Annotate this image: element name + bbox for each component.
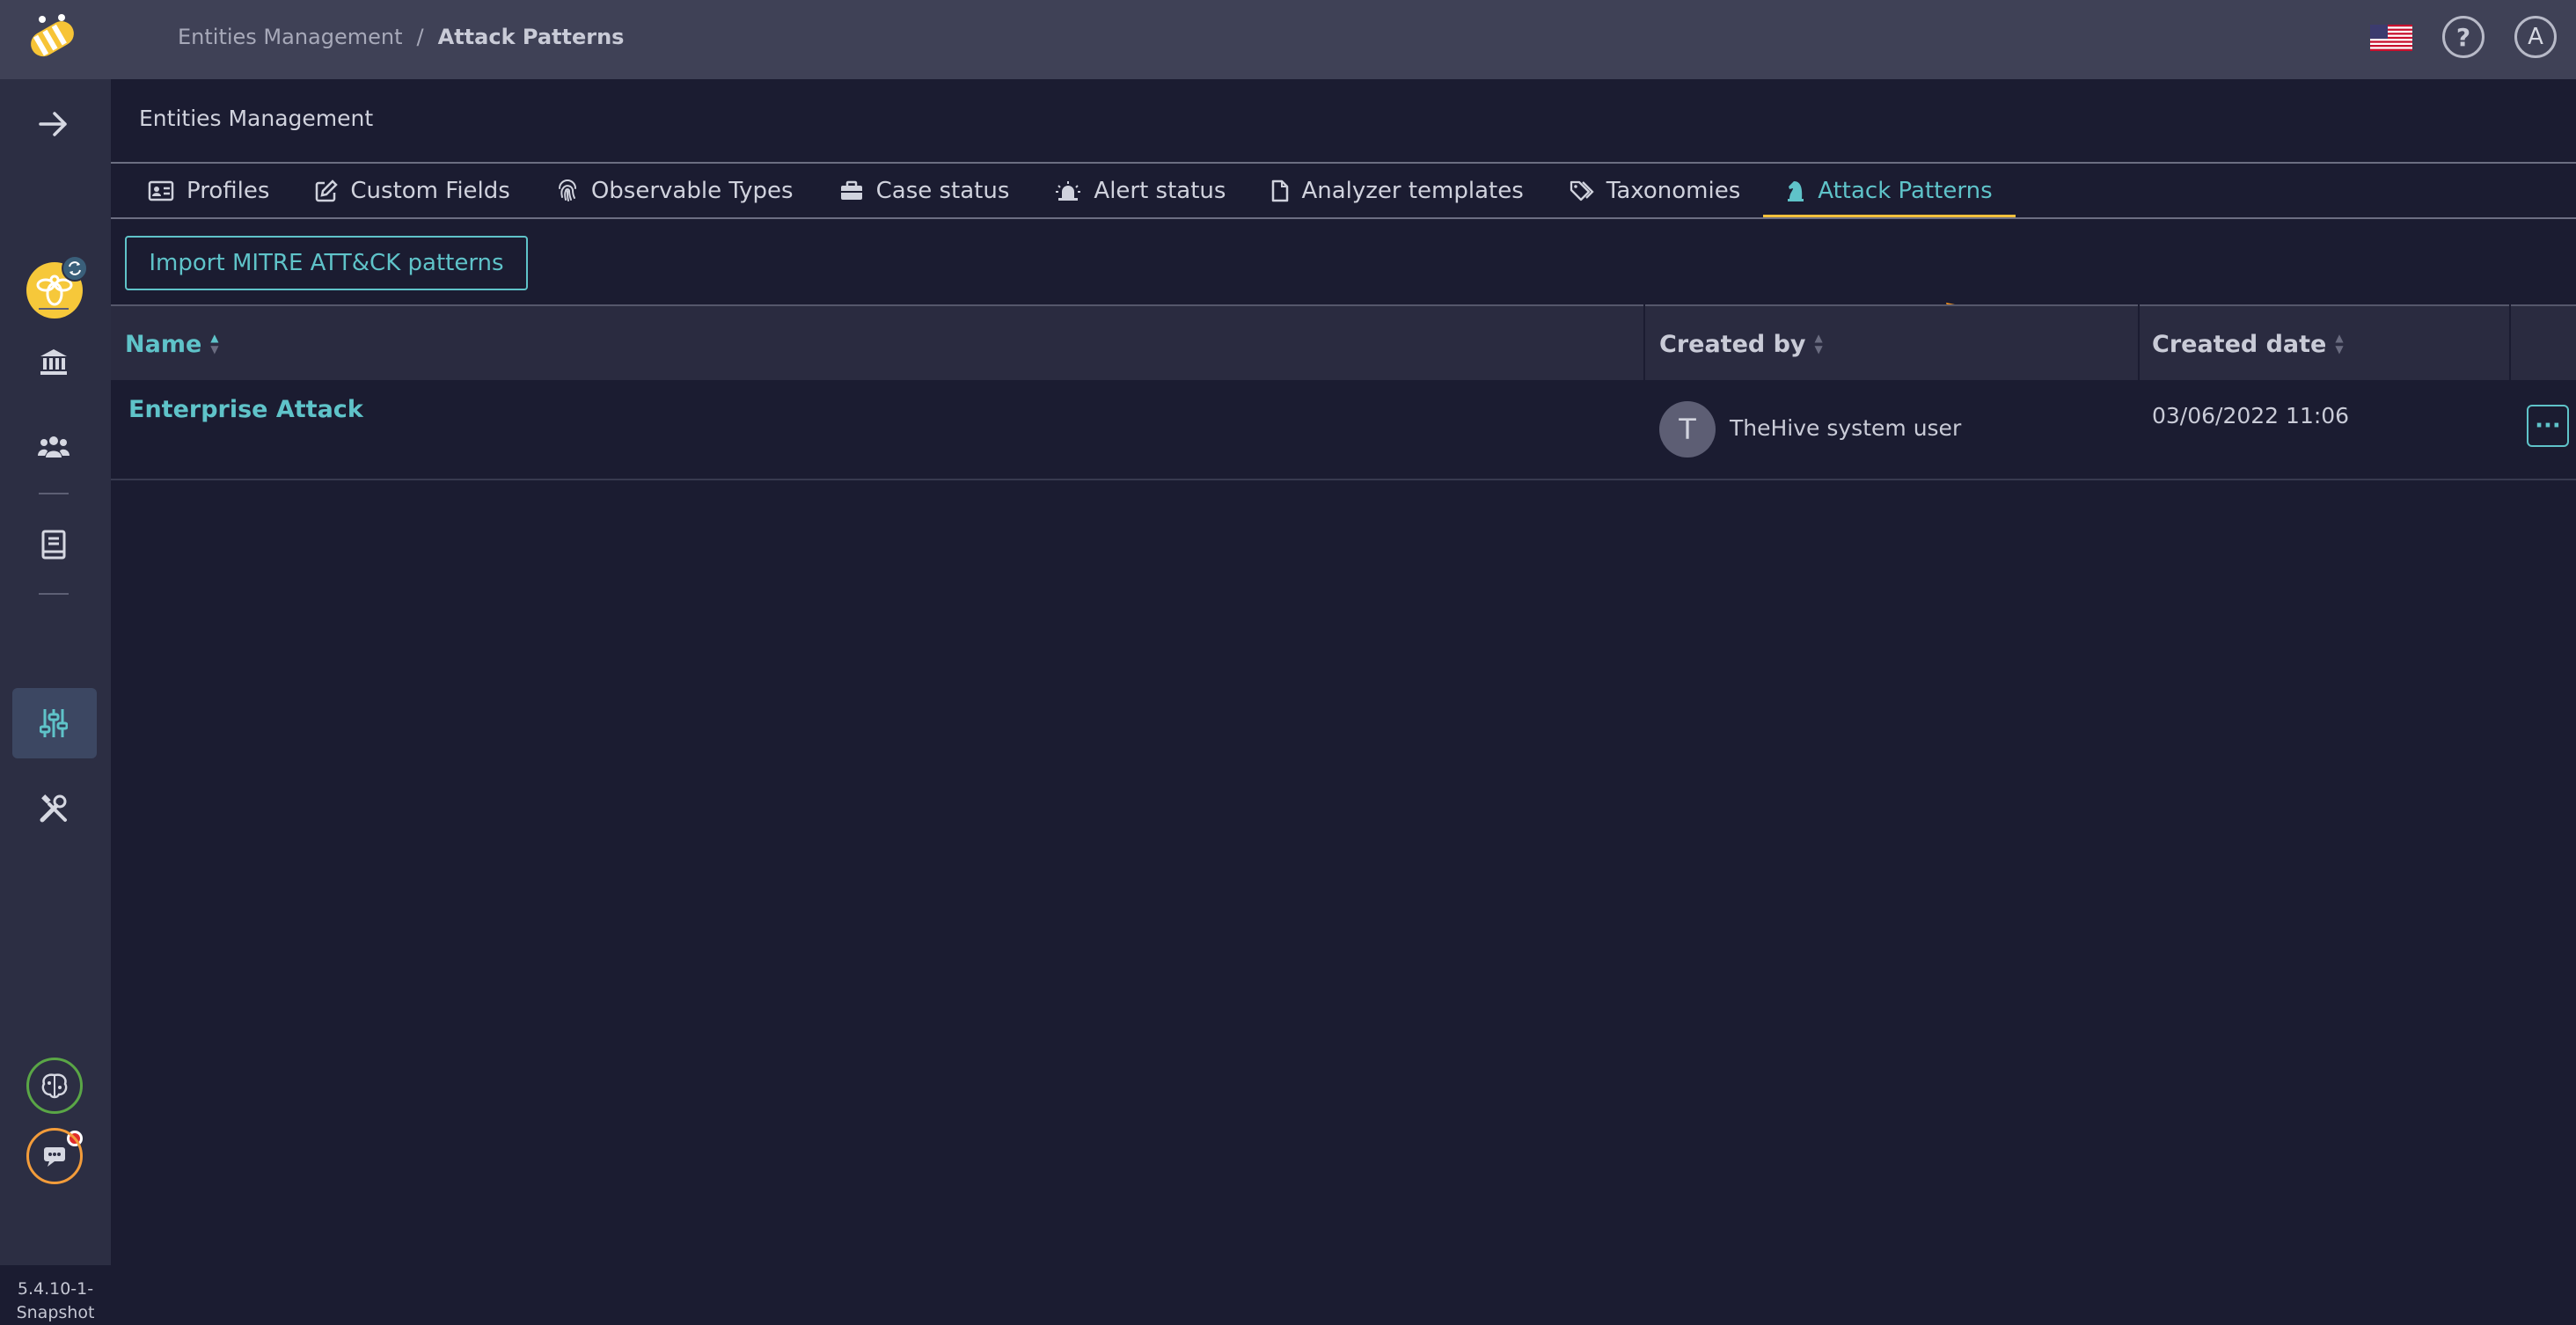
column-separator: [1643, 304, 1645, 380]
tab-label: Alert status: [1094, 178, 1226, 204]
tab-custom-fields[interactable]: Custom Fields: [292, 164, 532, 218]
sliders-icon[interactable]: [35, 705, 72, 742]
page-title: Entities Management: [139, 106, 374, 131]
top-bar: Entities Management / Attack Patterns ? …: [0, 0, 2576, 79]
help-icon[interactable]: ?: [2442, 16, 2485, 58]
entity-tabs: Profiles Custom Fields Observable Types …: [125, 164, 2016, 218]
sidebar-divider: [39, 308, 69, 310]
tab-label: Attack Patterns: [1818, 178, 1993, 204]
version-number: 5.4.10-1-: [17, 1279, 94, 1299]
main-content: Entities Management Profiles Custom Fiel…: [111, 79, 2576, 1265]
avatar: T: [1659, 401, 1716, 458]
column-label: Created by: [1659, 330, 1806, 358]
sidebar-divider: [39, 493, 69, 494]
brain-icon[interactable]: [26, 1058, 83, 1114]
users-icon[interactable]: [35, 428, 72, 465]
column-name-header[interactable]: Name ▲ ▼: [125, 306, 219, 382]
table-row: Enterprise Attack T TheHive system user …: [111, 380, 2576, 480]
sort-icon: ▲ ▼: [2335, 332, 2344, 355]
us-flag-icon[interactable]: [2370, 25, 2412, 51]
created-by-value: TheHive system user: [1730, 415, 1962, 441]
user-avatar[interactable]: A: [2514, 16, 2557, 58]
tab-label: Observable Types: [590, 178, 794, 204]
book-icon[interactable]: [35, 526, 72, 563]
column-created-date-header[interactable]: Created date ▲ ▼: [2152, 306, 2344, 382]
tab-label: Analyzer templates: [1301, 178, 1524, 204]
breadcrumb-entities-management[interactable]: Entities Management: [178, 25, 403, 49]
tab-label: Taxonomies: [1606, 178, 1741, 204]
sort-icon: ▲ ▼: [1814, 332, 1823, 355]
column-created-by-header[interactable]: Created by ▲ ▼: [1659, 306, 1823, 382]
version-label: 5.4.10-1- Snapshot: [0, 1277, 111, 1325]
version-suffix: Snapshot: [16, 1303, 95, 1322]
file-icon: [1271, 179, 1289, 202]
tab-observable-types[interactable]: Observable Types: [533, 164, 816, 218]
created-date-value: 03/06/2022 11:06: [2152, 403, 2350, 428]
breadcrumb: Entities Management / Attack Patterns: [178, 0, 624, 74]
sidebar-divider: [39, 593, 69, 595]
tab-analyzer-templates[interactable]: Analyzer templates: [1248, 164, 1546, 218]
pattern-name-link[interactable]: Enterprise Attack: [128, 396, 363, 423]
tools-icon[interactable]: [35, 790, 72, 827]
row-actions-button[interactable]: ···: [2527, 405, 2569, 447]
tab-taxonomies[interactable]: Taxonomies: [1547, 164, 1763, 218]
tab-label: Custom Fields: [350, 178, 510, 204]
fingerprint-icon: [556, 179, 579, 202]
table-header: Name ▲ ▼ Created by ▲ ▼ Created date ▲ ▼: [111, 304, 2576, 380]
tabs-divider: [111, 217, 2576, 219]
tab-label: Profiles: [187, 178, 270, 204]
breadcrumb-attack-patterns: Attack Patterns: [437, 25, 625, 49]
tab-alert-status[interactable]: Alert status: [1032, 164, 1248, 218]
sort-asc-icon: ▲ ▼: [210, 332, 219, 355]
chat-icon[interactable]: [26, 1128, 83, 1184]
briefcase-icon: [839, 180, 864, 201]
siren-icon: [1055, 180, 1081, 201]
id-card-icon: [148, 180, 174, 201]
column-label: Name: [125, 330, 202, 358]
column-label: Created date: [2152, 330, 2327, 358]
tags-icon: [1570, 179, 1594, 202]
column-separator: [2138, 304, 2140, 380]
chess-knight-icon: [1786, 179, 1805, 202]
column-separator: [2509, 304, 2511, 380]
tab-label: Case status: [875, 178, 1010, 204]
tab-profiles[interactable]: Profiles: [125, 164, 292, 218]
sync-icon[interactable]: [62, 255, 88, 282]
tab-case-status[interactable]: Case status: [816, 164, 1033, 218]
institution-icon[interactable]: [35, 343, 72, 380]
sidebar: 5.4.10-1- Snapshot: [0, 79, 111, 1322]
thehive-logo-icon[interactable]: [23, 11, 83, 69]
tab-attack-patterns[interactable]: Attack Patterns: [1763, 164, 2016, 218]
import-mitre-button[interactable]: Import MITRE ATT&CK patterns: [125, 236, 528, 290]
arrow-right-icon[interactable]: [35, 106, 72, 143]
edit-icon: [315, 179, 339, 202]
breadcrumb-separator: /: [416, 25, 424, 49]
